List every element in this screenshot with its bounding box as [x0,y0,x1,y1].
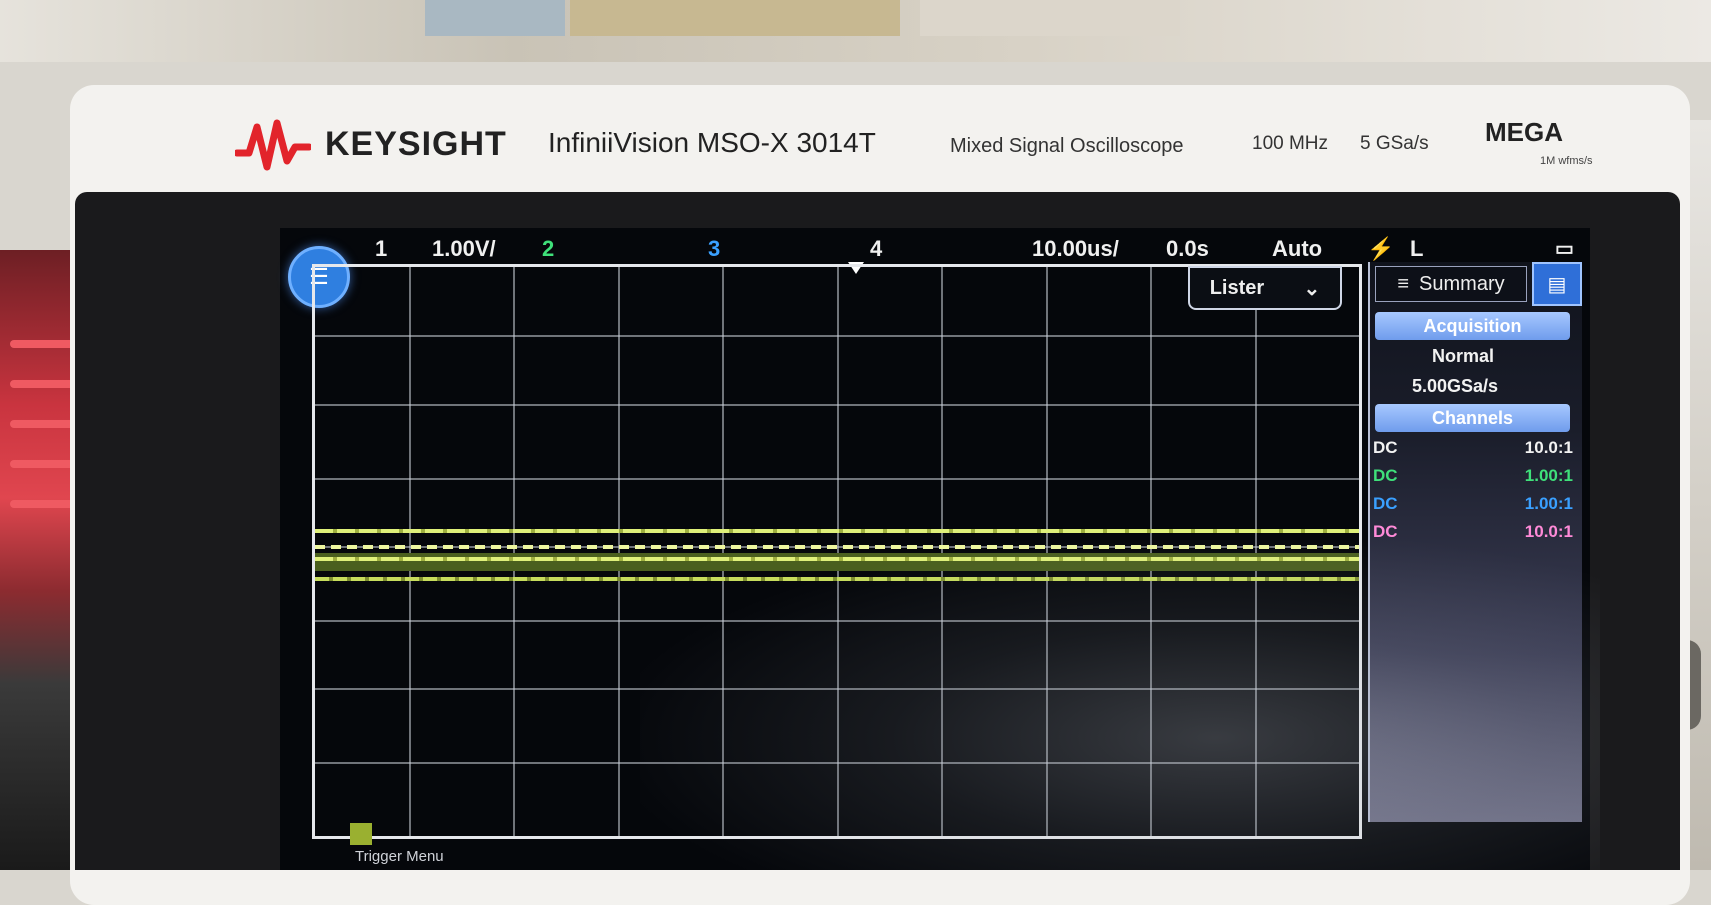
ch1-label[interactable]: 1 [375,236,387,262]
waveform-graticule[interactable] [312,264,1362,839]
lister-label: Lister [1209,276,1265,299]
brand-name: KEYSIGHT [325,125,507,163]
screen-capture-icon[interactable]: ▭ [1555,236,1574,261]
background-object [570,0,900,36]
waveform-trace [315,553,1359,571]
ch2-label[interactable]: 2 [542,236,554,262]
trigger-menu-icon[interactable] [350,823,372,845]
gridline [315,335,1359,338]
gridline [722,267,725,836]
acquisition-mode: Normal [1432,346,1495,366]
gridline [1150,267,1153,836]
channel-coupling: DC [1373,466,1398,485]
sample-rate-spec: 5 GSa/s [1360,133,1429,154]
trigger-edge-icon[interactable]: ⚡ [1367,236,1394,262]
summary-label: Summary [1419,272,1505,295]
gridline [513,267,516,836]
bandwidth-spec: 100 MHz [1252,133,1329,154]
ch4-label[interactable]: 4 [870,236,882,262]
background-object [425,0,565,36]
document-icon: ▤ [1547,273,1567,296]
channel-row[interactable]: DC 1.00:1 [1368,466,1573,492]
channel-coupling: DC [1373,522,1398,541]
channel-row[interactable]: DC 1.00:1 [1368,494,1573,520]
acquisition-rate: 5.00GSa/s [1412,376,1499,396]
model-name: InfiniiVision MSO-X 3014T [548,127,876,158]
channel-coupling: DC [1373,494,1398,513]
ch3-label[interactable]: 3 [708,236,720,262]
gridline [408,267,411,836]
waveform-trace [315,529,1359,533]
trigger-source[interactable]: L [1410,236,1423,262]
channels-header[interactable]: Channels [1375,404,1570,432]
gridline [315,403,1359,406]
channel-row[interactable]: DC 10.0:1 [1368,522,1573,548]
channel-row[interactable]: DC 10.0:1 [1368,438,1573,464]
gridline [1254,267,1257,836]
background-object [920,0,1180,36]
delay-value[interactable]: 0.0s [1166,236,1209,262]
trigger-mode[interactable]: Auto [1272,236,1322,262]
acquisition-header[interactable]: Acquisition [1375,312,1570,340]
drag-handle-icon: ≡ [1397,272,1410,295]
model-subtitle: Mixed Signal Oscilloscope [950,135,1184,157]
channel-coupling: DC [1373,438,1398,457]
ch1-scale[interactable]: 1.00V/ [432,236,496,262]
gridline [315,477,1359,480]
channel-probe-ratio: 10.0:1 [1524,438,1573,457]
megazoom-logo: MEGA [1485,117,1563,147]
megazoom-subtitle: 1M wfms/s [1540,155,1593,167]
waveform-trace [315,557,1359,561]
status-bar: 1 1.00V/ 2 3 4 10.00us/ 0.0s Auto ⚡ L ▭ [280,228,1590,264]
background-shelf [0,0,1711,62]
gridline [941,267,944,836]
keysight-logo-icon [235,119,311,171]
panel-toggle-button[interactable]: ▤ [1532,262,1582,306]
chevron-down-icon: ⌄ [1303,277,1321,300]
channel-probe-ratio: 10.0:1 [1524,522,1573,541]
trigger-menu-label[interactable]: Trigger Menu [355,848,444,865]
gridline [315,762,1359,765]
summary-dropdown[interactable]: ≡ Summary [1375,266,1527,302]
gridline [837,267,839,836]
lister-button[interactable]: Lister ⌄ [1188,266,1342,310]
channel-probe-ratio: 1.00:1 [1524,466,1573,485]
gridline [315,619,1359,622]
brand-bar: KEYSIGHT InfiniiVision MSO-X 3014T Mixed… [70,95,1690,195]
waveform-trace [315,577,1359,581]
gridline [315,688,1359,691]
channel-probe-ratio: 1.00:1 [1524,494,1573,513]
gridline [617,267,620,836]
waveform-trace [315,545,1359,549]
timebase-value[interactable]: 10.00us/ [1032,236,1119,262]
gridline [1045,267,1048,836]
